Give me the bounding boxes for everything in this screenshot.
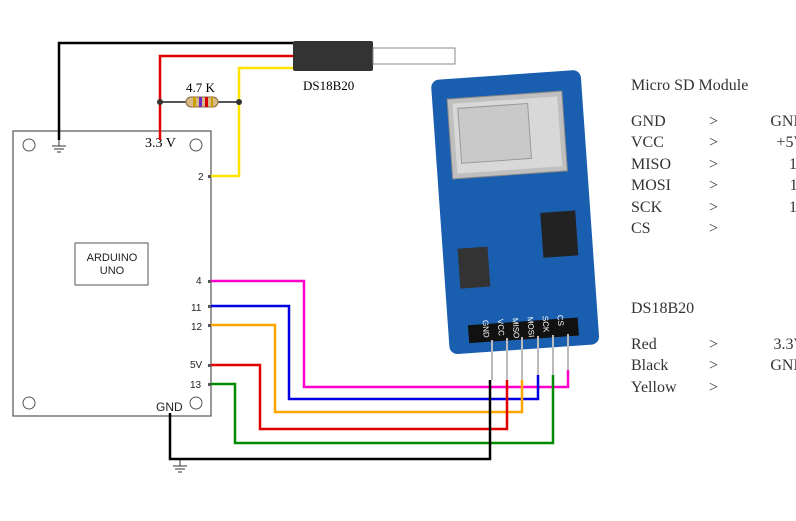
wire-black-gnd — [168, 380, 492, 461]
table-row: Black>GND — [631, 357, 796, 375]
regulator-icon — [457, 246, 491, 289]
pin-label-13: 13 — [190, 380, 202, 391]
arduino-chip-box — [74, 242, 149, 286]
sd-table-title: Micro SD Module — [631, 77, 749, 94]
table-row: GND>GND — [631, 112, 796, 130]
table-row: CS>4 — [631, 220, 719, 238]
pin-label-2: 2 — [198, 172, 204, 183]
sd-pin-label-gnd: GND — [481, 320, 491, 339]
resistor-label: 4.7 K — [186, 80, 216, 95]
ground-icon — [173, 459, 187, 473]
table-row: SCK>13 — [631, 198, 796, 216]
ds18b20-probe — [293, 41, 456, 71]
sd-pin-label-miso: MISO — [511, 318, 521, 339]
table-row: VCC>+5V — [631, 134, 796, 152]
wire-black-ds18b20 — [57, 41, 300, 140]
arduino-name-line2: UNO — [100, 265, 125, 277]
table-row: Red>3.3V — [631, 335, 796, 353]
table-row: Yellow>2 — [631, 378, 719, 396]
wire-yellow-ds18b20 — [211, 66, 300, 178]
sensor-label: DS18B20 — [303, 78, 354, 93]
sd-pin-label-cs: CS — [555, 314, 565, 326]
pin-label-4: 4 — [196, 276, 202, 287]
junction-dot — [157, 99, 163, 105]
table-row: MISO>12 — [631, 155, 796, 173]
sd-pin-label-vcc: VCC — [496, 319, 506, 337]
ds18b20-connection-table: DS18B20 Red>3.3V Black>GND Yellow>2 — [631, 300, 796, 399]
sd-pin-label-sck: SCK — [540, 316, 550, 334]
ic-chip-icon — [540, 210, 579, 258]
sd-pin-label-mosi: MOSI — [526, 317, 536, 338]
pin-label-5v: 5V — [190, 360, 203, 371]
resistor-icon — [185, 96, 219, 108]
wire-green-sck — [211, 375, 555, 445]
sd-module-board: GND VCC MISO MOSI SCK CS — [431, 70, 600, 355]
pin-label-12: 12 — [191, 322, 203, 333]
wire-red-vcc — [211, 363, 509, 431]
table-row: MOSI>11 — [631, 177, 796, 195]
sd-connection-table: Micro SD Module GND>GND VCC>+5V MISO>12 … — [631, 77, 796, 240]
pin-label-gnd: GND — [156, 400, 183, 414]
pin-label-11: 11 — [191, 303, 202, 314]
arduino-name-line1: ARDUINO — [87, 252, 138, 264]
junction-dot — [236, 99, 242, 105]
ds-table-title: DS18B20 — [631, 300, 695, 317]
